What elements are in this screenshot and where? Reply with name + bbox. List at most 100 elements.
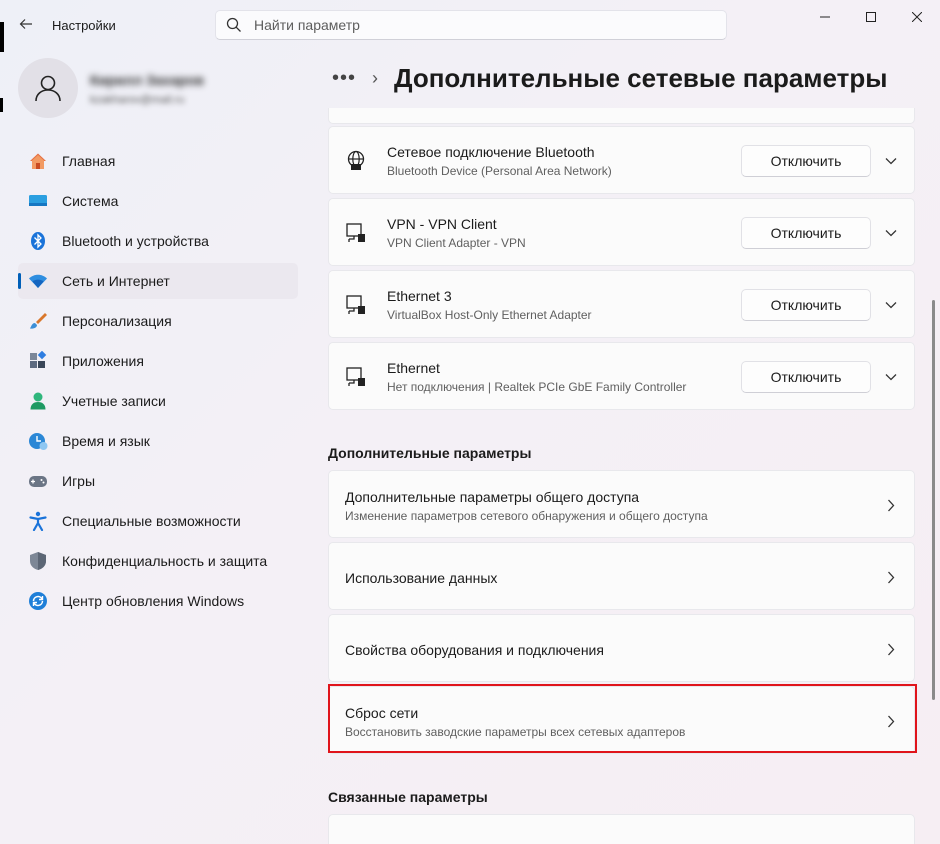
window-edge [0, 98, 3, 112]
search-input[interactable] [254, 17, 694, 33]
disable-adapter-button[interactable]: Отключить [741, 145, 871, 177]
globe-network-icon [347, 150, 365, 170]
sidebar-item-gaming[interactable]: Игры [18, 463, 298, 499]
chevron-right-icon [881, 711, 901, 731]
sidebar-item-label: Система [62, 193, 119, 209]
gamepad-icon [28, 471, 48, 491]
sidebar-item-windows-update[interactable]: Центр обновления Windows [18, 583, 298, 619]
advanced-sharing-settings-link[interactable]: Дополнительные параметры общего доступа … [328, 470, 915, 538]
adapter-name: VPN - VPN Client [387, 216, 497, 232]
adapter-card-partial [328, 108, 915, 124]
scrollbar[interactable] [932, 300, 935, 700]
disable-adapter-button[interactable]: Отключить [741, 217, 871, 249]
hardware-properties-link[interactable]: Свойства оборудования и подключения [328, 614, 915, 682]
chevron-right-icon [881, 567, 901, 587]
sidebar-item-accessibility[interactable]: Специальные возможности [18, 503, 298, 539]
chevron-right-icon [881, 495, 901, 515]
adapter-description: VPN Client Adapter - VPN [387, 236, 526, 250]
chevron-down-icon[interactable] [879, 293, 903, 317]
sidebar-item-label: Учетные записи [62, 393, 166, 409]
sidebar-item-label: Игры [62, 473, 96, 489]
back-button[interactable] [12, 10, 40, 38]
app-title: Настройки [52, 18, 116, 33]
link-subtitle: Восстановить заводские параметры всех се… [345, 725, 686, 739]
chevron-right-icon [881, 639, 901, 659]
title-bar: Настройки [0, 0, 940, 48]
sidebar-item-label: Сеть и Интернет [62, 273, 170, 289]
page-title: Дополнительные сетевые параметры [394, 62, 888, 93]
chevron-down-icon[interactable] [879, 221, 903, 245]
system-icon [28, 191, 48, 211]
disable-adapter-button[interactable]: Отключить [741, 289, 871, 321]
link-title: Использование данных [345, 570, 498, 586]
shield-icon [28, 551, 48, 571]
sidebar-item-apps[interactable]: Приложения [18, 343, 298, 379]
section-heading: Дополнительные параметры [328, 445, 532, 461]
search-box[interactable] [215, 10, 727, 40]
adapter-name: Ethernet [387, 360, 440, 376]
link-title: Свойства оборудования и подключения [345, 642, 604, 658]
maximize-icon [866, 12, 876, 22]
adapter-description: Bluetooth Device (Personal Area Network) [387, 164, 612, 178]
adapter-card: VPN - VPN Client VPN Client Adapter - VP… [328, 198, 915, 266]
sidebar-item-bluetooth[interactable]: Bluetooth и устройства [18, 223, 298, 259]
sidebar-item-label: Конфиденциальность и защита [62, 553, 268, 569]
search-icon [226, 17, 241, 32]
network-icon [28, 271, 48, 291]
adapter-description: Нет подключения | Realtek PCIe GbE Famil… [387, 380, 687, 394]
sidebar-item-label: Центр обновления Windows [62, 593, 245, 609]
user-name: Кирилл Захаров [90, 72, 204, 88]
link-subtitle: Изменение параметров сетевого обнаружени… [345, 509, 708, 523]
sidebar-item-home[interactable]: Главная [18, 143, 298, 179]
back-arrow-icon [19, 19, 32, 29]
disable-adapter-button[interactable]: Отключить [741, 361, 871, 393]
chevron-down-icon[interactable] [879, 365, 903, 389]
close-icon [912, 12, 922, 22]
home-icon [28, 151, 48, 171]
chevron-right-icon: › [372, 67, 378, 88]
chevron-down-icon[interactable] [879, 149, 903, 173]
apps-icon [28, 351, 48, 371]
user-icon [35, 75, 61, 102]
user-email: kzakharov@mail.ru [90, 94, 185, 106]
sidebar-item-label: Персонализация [62, 313, 172, 329]
update-icon [28, 591, 48, 611]
settings-content: Сетевое подключение Bluetooth Bluetooth … [328, 108, 915, 844]
close-button[interactable] [894, 0, 940, 34]
breadcrumb: ••• › Дополнительные сетевые параметры [332, 60, 887, 96]
ethernet-icon [346, 295, 365, 314]
breadcrumb-more-button[interactable]: ••• [332, 67, 362, 90]
sidebar-item-system[interactable]: Система [18, 183, 298, 219]
sidebar-item-accounts[interactable]: Учетные записи [18, 383, 298, 419]
link-title: Дополнительные параметры общего доступа [345, 489, 640, 505]
bluetooth-icon [28, 231, 48, 251]
sidebar-item-time-language[interactable]: Время и язык [18, 423, 298, 459]
adapter-description: VirtualBox Host-Only Ethernet Adapter [387, 308, 592, 322]
sidebar-item-label: Специальные возможности [62, 513, 241, 529]
adapter-card: Ethernet 3 VirtualBox Host-Only Ethernet… [328, 270, 915, 338]
sidebar-item-label: Bluetooth и устройства [62, 233, 209, 249]
accessibility-icon [28, 511, 48, 531]
accounts-icon [28, 391, 48, 411]
minimize-button[interactable] [802, 0, 848, 34]
adapter-name: Ethernet 3 [387, 288, 452, 304]
minimize-icon [820, 16, 830, 18]
adapter-card: Сетевое подключение Bluetooth Bluetooth … [328, 126, 915, 194]
sidebar-item-label: Время и язык [62, 433, 150, 449]
sidebar-item-label: Главная [62, 153, 116, 169]
sidebar-item-network[interactable]: Сеть и Интернет [18, 263, 298, 299]
network-reset-link[interactable]: Сброс сети Восстановить заводские параме… [328, 686, 915, 754]
maximize-button[interactable] [848, 0, 894, 34]
avatar[interactable] [18, 58, 78, 118]
data-usage-link[interactable]: Использование данных [328, 542, 915, 610]
ethernet-icon [346, 367, 365, 386]
sidebar-item-label: Приложения [62, 353, 144, 369]
link-title: Сброс сети [345, 705, 419, 721]
adapter-name: Сетевое подключение Bluetooth [387, 144, 595, 160]
related-settings-card[interactable] [328, 814, 915, 844]
window-edge [0, 22, 4, 52]
sidebar-item-personalization[interactable]: Персонализация [18, 303, 298, 339]
sidebar-item-privacy[interactable]: Конфиденциальность и защита [18, 543, 298, 579]
sidebar-nav: Главная Система Bluetooth и устройства С… [18, 143, 298, 623]
ethernet-icon [346, 223, 365, 242]
